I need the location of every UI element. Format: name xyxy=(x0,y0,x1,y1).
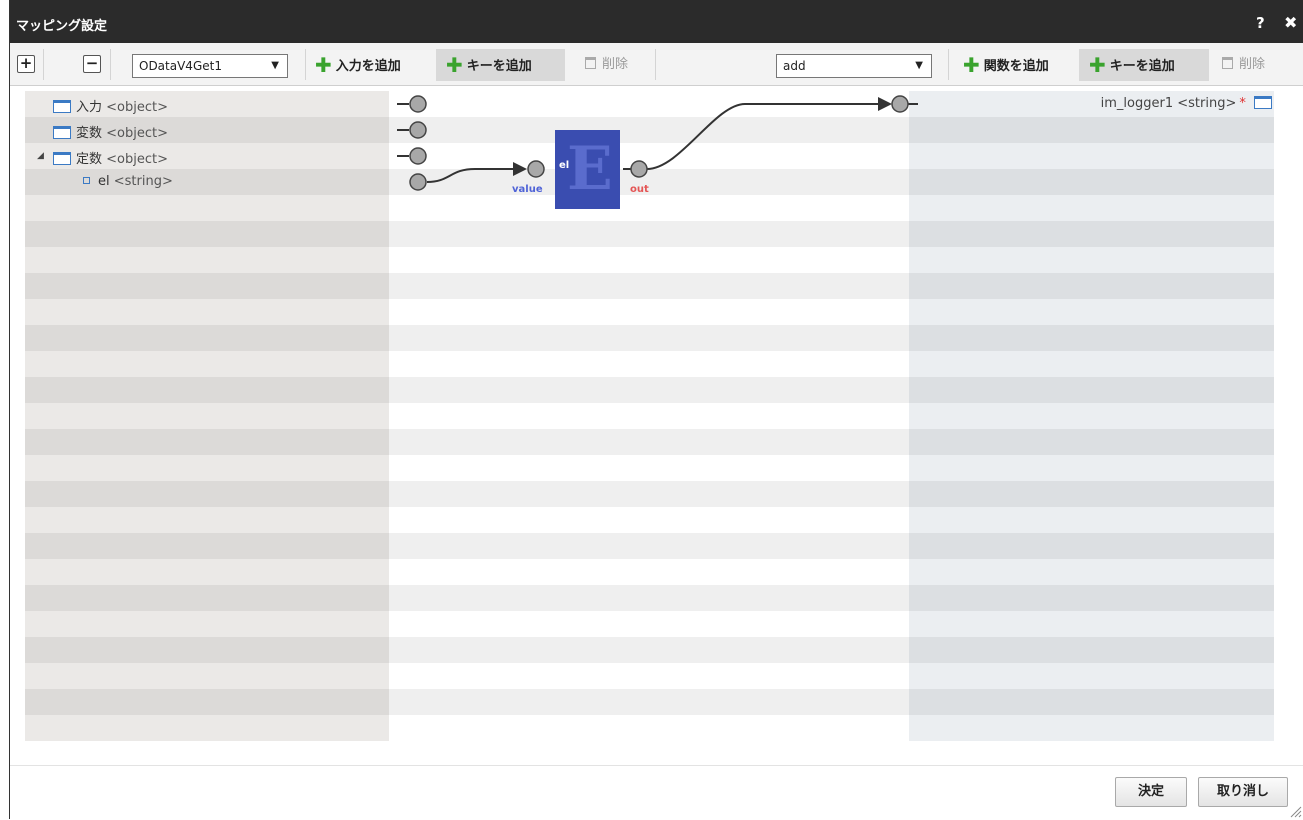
output-port-label: out xyxy=(630,184,649,195)
source-select[interactable]: ODataV4Get1 ▼ xyxy=(132,54,288,78)
target-port-im-logger1[interactable] xyxy=(891,95,909,113)
dialog-footer: 決定 取り消し xyxy=(10,765,1303,820)
cancel-button[interactable]: 取り消し xyxy=(1198,777,1288,807)
function-select-value: add xyxy=(783,59,806,73)
function-node-icon: E xyxy=(567,134,613,204)
dropdown-arrow-icon: ▼ xyxy=(915,60,923,71)
wire-el-to-value[interactable] xyxy=(426,168,525,183)
add-key-label-right: キーを追加 xyxy=(1109,59,1175,74)
collapse-all-button[interactable]: − xyxy=(83,55,101,73)
add-input-label: 入力を追加 xyxy=(335,59,401,74)
trash-icon xyxy=(1222,57,1233,69)
mapping-wires xyxy=(397,95,918,191)
add-key-button-left[interactable]: ✚ キーを追加 xyxy=(436,49,565,81)
add-function-label: 関数を追加 xyxy=(983,59,1049,74)
delete-label-left: 削除 xyxy=(602,57,629,72)
function-output-port[interactable] xyxy=(630,160,648,178)
source-select-value: ODataV4Get1 xyxy=(139,59,222,73)
plus-icon: ✚ xyxy=(1089,53,1106,77)
arrow-icon xyxy=(513,162,527,176)
add-function-button[interactable]: ✚ 関数を追加 xyxy=(963,49,1049,81)
wire-out-to-target[interactable] xyxy=(646,103,883,170)
trash-icon xyxy=(585,57,596,69)
expand-all-button[interactable]: + xyxy=(17,55,35,73)
dialog-title: マッピング設定 xyxy=(16,19,108,34)
source-port-constants[interactable] xyxy=(409,147,427,165)
plus-icon: ✚ xyxy=(446,53,463,77)
close-icon[interactable]: ✖ xyxy=(1284,13,1297,32)
arrow-icon xyxy=(878,97,892,111)
function-input-port[interactable] xyxy=(527,160,545,178)
source-port-input[interactable] xyxy=(409,95,427,113)
add-key-label-left: キーを追加 xyxy=(466,59,532,74)
resize-grip-icon[interactable] xyxy=(1290,806,1302,818)
delete-button-left[interactable]: 削除 xyxy=(585,49,628,81)
source-port-el[interactable] xyxy=(409,173,427,191)
toolbar-divider xyxy=(655,49,656,80)
mapping-canvas[interactable]: 入力 <object> 変数 <object> ◢ 定数 <object> el… xyxy=(25,91,1274,743)
function-node-el[interactable]: E el xyxy=(555,130,620,209)
mapping-dialog: マッピング設定 ? ✖ + − ODataV4Get1 ▼ ✚ 入力を追加 ✚ キー… xyxy=(9,0,1303,820)
delete-button-right[interactable]: 削除 xyxy=(1222,49,1265,81)
toolbar: + − ODataV4Get1 ▼ ✚ 入力を追加 ✚ キーを追加 削除 add ▼… xyxy=(10,43,1303,86)
help-icon[interactable]: ? xyxy=(1256,14,1265,32)
function-node-name: el xyxy=(559,160,570,171)
function-select[interactable]: add ▼ xyxy=(776,54,932,78)
delete-label-right: 削除 xyxy=(1239,57,1266,72)
toolbar-divider xyxy=(43,49,44,80)
add-input-button[interactable]: ✚ 入力を追加 xyxy=(315,49,401,81)
toolbar-divider xyxy=(948,49,949,80)
ok-button[interactable]: 決定 xyxy=(1115,777,1187,807)
dropdown-arrow-icon: ▼ xyxy=(271,60,279,71)
add-key-button-right[interactable]: ✚ キーを追加 xyxy=(1079,49,1209,81)
source-port-variables[interactable] xyxy=(409,121,427,139)
toolbar-divider xyxy=(110,49,111,80)
input-port-label: value xyxy=(512,184,543,195)
plus-icon: ✚ xyxy=(963,53,980,77)
toolbar-divider xyxy=(305,49,306,80)
dialog-titlebar[interactable]: マッピング設定 ? ✖ xyxy=(10,0,1303,43)
plus-icon: ✚ xyxy=(315,53,332,77)
